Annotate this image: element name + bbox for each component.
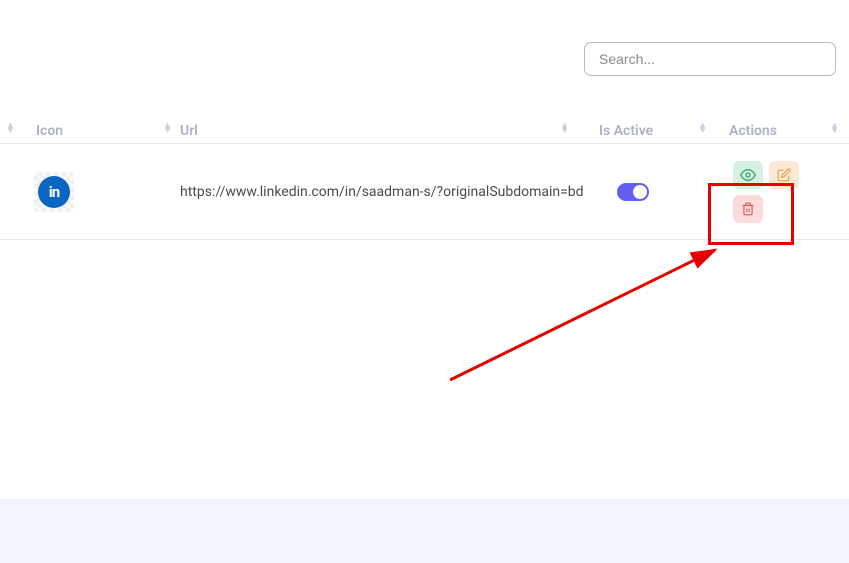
search-wrapper [584, 42, 836, 76]
annotation-arrow [440, 245, 730, 385]
column-header-actions[interactable]: Actions ▲▼ [729, 120, 839, 139]
linkedin-label: in [49, 183, 59, 201]
delete-button[interactable] [733, 195, 763, 223]
cell-url: https://www.linkedin.com/in/saadman-s/?o… [180, 182, 599, 203]
sort-arrows-icon: ▲▼ [163, 124, 172, 134]
eye-icon [740, 167, 756, 183]
header-label-active: Is Active [599, 123, 653, 139]
sort-arrows-icon: ▲▼ [560, 124, 569, 134]
column-header-url[interactable]: Url ▲▼ [180, 120, 599, 139]
sort-arrows-icon: ▲▼ [698, 124, 707, 134]
header-label-actions: Actions [729, 123, 777, 139]
table-header: ▲▼ Icon ▲▼ Url ▲▼ Is Active ▲▼ Actions ▲… [0, 102, 849, 144]
active-toggle[interactable] [617, 183, 649, 201]
url-text: https://www.linkedin.com/in/saadman-s/?o… [180, 182, 599, 203]
header-label-url: Url [180, 123, 198, 139]
cell-actions [729, 161, 839, 223]
search-input[interactable] [584, 42, 836, 76]
linkedin-icon: in [38, 176, 70, 208]
column-header-active[interactable]: Is Active ▲▼ [599, 120, 729, 139]
sort-arrows-icon: ▲▼ [6, 124, 15, 134]
trash-icon [741, 202, 755, 216]
cell-icon: in [10, 176, 180, 208]
header-label-icon: Icon [36, 123, 63, 139]
column-header-icon[interactable]: ▲▼ Icon ▲▼ [10, 120, 180, 139]
view-button[interactable] [733, 161, 763, 189]
toggle-knob [633, 185, 647, 199]
table-row: in https://www.linkedin.com/in/saadman-s… [0, 145, 849, 240]
pencil-icon [777, 168, 791, 182]
edit-button[interactable] [769, 161, 799, 189]
cell-active [599, 183, 729, 201]
bottom-band [0, 499, 849, 563]
sort-arrows-icon: ▲▼ [830, 124, 839, 134]
